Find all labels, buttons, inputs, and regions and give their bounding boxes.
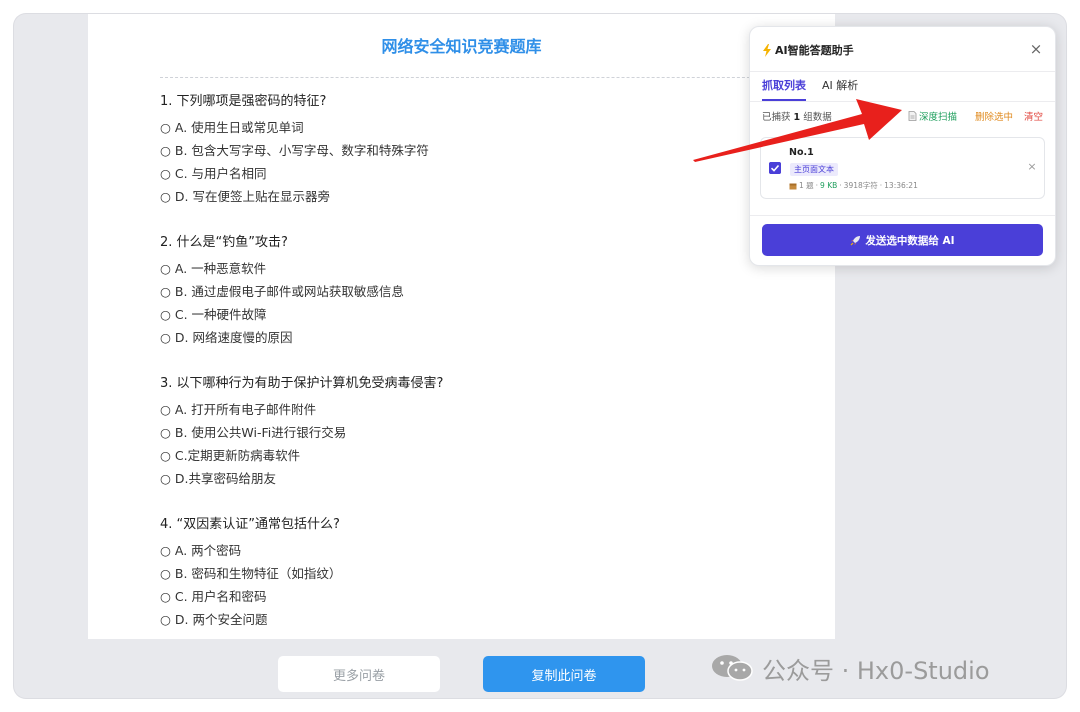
tab-capture-list[interactable]: 抓取列表 — [762, 79, 806, 101]
option-c[interactable]: ○ C. 用户名和密码 — [160, 589, 780, 612]
option-c[interactable]: ○ C.定期更新防病毒软件 — [160, 448, 780, 471]
question-4: 4. “双因素认证”通常包括什么? ○ A. 两个密码 ○ B. 密码和生物特征… — [160, 517, 780, 658]
more-surveys-button[interactable]: 更多问卷 — [278, 656, 440, 692]
panel-header: AI智能答题助手 × — [762, 41, 1043, 59]
question-1: 1. 下列哪项是强密码的特征? ○ A. 使用生日或常见单词 ○ B. 包含大写… — [160, 94, 780, 235]
package-icon — [789, 183, 797, 189]
item-meta: 1 题 · 9 KB · 3918字符 · 13:36:21 — [789, 180, 918, 191]
ai-assistant-panel: AI智能答题助手 × 抓取列表 AI 解析 已捕获 1 组数据 深度扫描 删除选… — [749, 26, 1056, 266]
option-b[interactable]: ○ B. 密码和生物特征（如指纹） — [160, 566, 780, 589]
question-2: 2. 什么是“钓鱼”攻击? ○ A. 一种恶意软件 ○ B. 通过虚假电子邮件或… — [160, 235, 780, 376]
wechat-icon — [712, 655, 753, 681]
divider — [750, 215, 1055, 216]
option-a[interactable]: ○ A. 一种恶意软件 — [160, 261, 780, 284]
option-b[interactable]: ○ B. 通过虚假电子邮件或网站获取敏感信息 — [160, 284, 780, 307]
divider — [750, 101, 1055, 102]
quiz-title: 网络安全知识竞赛题库 — [381, 37, 542, 56]
capture-item: No.1 主页面文本 1 题 · 9 KB · 3918字符 · 13:36:2… — [760, 137, 1045, 199]
item-title: No.1 — [789, 147, 814, 158]
option-c[interactable]: ○ C. 与用户名相同 — [160, 166, 780, 189]
remove-item-icon[interactable]: × — [1026, 160, 1038, 173]
question-list: 1. 下列哪项是强密码的特征? ○ A. 使用生日或常见单词 ○ B. 包含大写… — [160, 94, 780, 658]
watermark-text: 公众号 · Hx0-Studio — [762, 656, 990, 685]
divider — [750, 71, 1055, 72]
question-3: 3. 以下哪种行为有助于保护计算机免受病毒侵害? ○ A. 打开所有电子邮件附件… — [160, 376, 780, 517]
captured-summary: 已捕获 1 组数据 — [762, 112, 832, 123]
panel-tabs: 抓取列表 AI 解析 — [762, 79, 858, 101]
option-d[interactable]: ○ D.共享密码给朋友 — [160, 471, 780, 494]
copy-survey-button[interactable]: 复制此问卷 — [483, 656, 645, 692]
option-d[interactable]: ○ D. 网络速度慢的原因 — [160, 330, 780, 353]
item-checkbox[interactable] — [769, 162, 781, 174]
delete-selected-button[interactable]: 删除选中 — [975, 109, 1013, 123]
clear-button[interactable]: 清空 — [1024, 109, 1043, 123]
option-b[interactable]: ○ B. 使用公共Wi-Fi进行银行交易 — [160, 425, 780, 448]
option-a[interactable]: ○ A. 打开所有电子邮件附件 — [160, 402, 780, 425]
rocket-icon — [850, 235, 861, 245]
option-b[interactable]: ○ B. 包含大写字母、小写字母、数字和特殊字符 — [160, 143, 780, 166]
document-icon — [908, 111, 917, 121]
quiz-page: 网络安全知识竞赛题库 1. 下列哪项是强密码的特征? ○ A. 使用生日或常见单… — [88, 14, 835, 639]
option-c[interactable]: ○ C. 一种硬件故障 — [160, 307, 780, 330]
capture-toolbar: 已捕获 1 组数据 深度扫描 删除选中 清空 — [762, 109, 1043, 123]
watermark: 公众号 · Hx0-Studio — [710, 650, 990, 686]
tab-ai-analysis[interactable]: AI 解析 — [822, 79, 858, 101]
deep-scan-button[interactable]: 深度扫描 — [908, 109, 957, 123]
close-icon[interactable]: × — [1029, 41, 1043, 57]
divider — [160, 77, 770, 78]
item-tag: 主页面文本 — [790, 163, 838, 176]
option-d[interactable]: ○ D. 两个安全问题 — [160, 612, 780, 635]
option-d[interactable]: ○ D. 写在便签上贴在显示器旁 — [160, 189, 780, 212]
question-text: 2. 什么是“钓鱼”攻击? — [160, 235, 288, 250]
question-text: 4. “双因素认证”通常包括什么? — [160, 517, 340, 532]
lightning-bolt-icon — [763, 43, 771, 57]
option-a[interactable]: ○ A. 使用生日或常见单词 — [160, 120, 780, 143]
send-to-ai-button[interactable]: 发送选中数据给 AI — [762, 224, 1043, 256]
option-a[interactable]: ○ A. 两个密码 — [160, 543, 780, 566]
question-text: 3. 以下哪种行为有助于保护计算机免受病毒侵害? — [160, 376, 444, 391]
question-text: 1. 下列哪项是强密码的特征? — [160, 94, 327, 109]
panel-title: AI智能答题助手 — [775, 44, 854, 57]
